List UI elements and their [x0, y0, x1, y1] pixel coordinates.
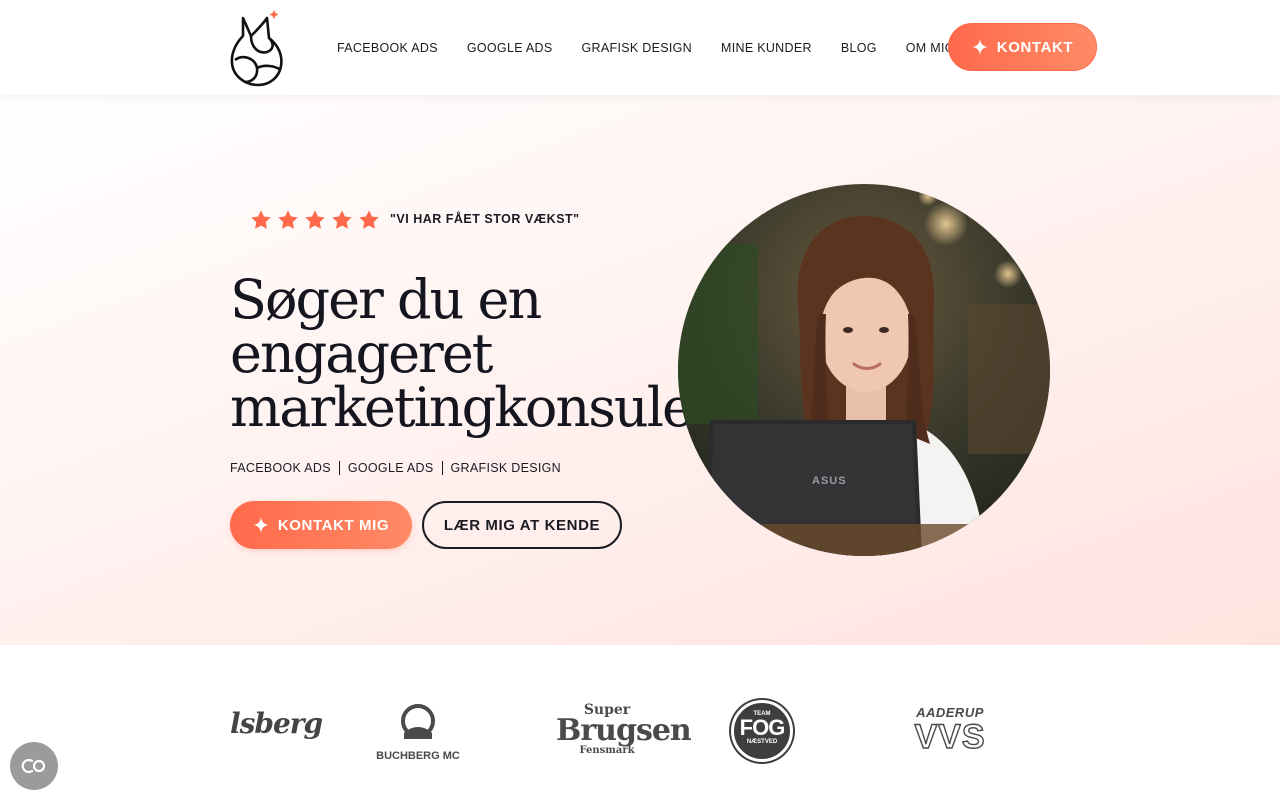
client-logo: TEAM FOG NÆSTVED: [731, 700, 793, 762]
main-nav: FACEBOOK ADS GOOGLE ADS GRAFISK DESIGN M…: [337, 38, 955, 58]
laptop-brand: ASUS: [812, 475, 847, 487]
service-item: GRAFISK DESIGN: [450, 461, 561, 475]
headline-line: marketingkonsulent?: [230, 376, 773, 439]
client-logo-text: VVS: [914, 718, 986, 756]
client-logo: lsberg: [230, 707, 323, 740]
client-logo: Super Brugsen Fensmark: [556, 703, 692, 757]
fox-logo-icon[interactable]: [229, 8, 291, 88]
cookie-icon: [21, 758, 46, 774]
divider: [338, 461, 340, 475]
sparkle-icon: [971, 39, 988, 55]
contact-me-label: KONTAKT MIG: [277, 516, 390, 534]
contact-me-button[interactable]: KONTAKT MIG: [230, 501, 412, 549]
hero-section: "VI HAR FÅET STOR VÆKST" Søger du en eng…: [0, 95, 1280, 645]
client-logo: AADERUP VVS: [908, 706, 992, 756]
contact-button[interactable]: KONTAKT: [948, 23, 1097, 71]
star-icon: [278, 210, 298, 229]
get-to-know-me-button[interactable]: LÆR MIG AT KENDE: [422, 501, 622, 549]
nav-google-ads[interactable]: GOOGLE ADS: [467, 38, 553, 58]
nav-facebook-ads[interactable]: FACEBOOK ADS: [337, 38, 438, 58]
services-list: FACEBOOK ADS GOOGLE ADS GRAFISK DESIGN: [230, 461, 561, 475]
contact-button-label: KONTAKT: [996, 38, 1074, 56]
client-logo-text: lsberg: [230, 707, 323, 740]
hero-headline: Søger du en engageret marketingkonsulent…: [230, 268, 773, 439]
star-icon: [305, 210, 325, 229]
divider: [441, 461, 443, 475]
nav-blog[interactable]: BLOG: [841, 38, 877, 58]
client-logo: BUCHBERG MC: [376, 703, 460, 762]
headline-line: Søger du en: [230, 268, 542, 331]
service-item: FACEBOOK ADS: [230, 461, 331, 475]
buchberg-mc-icon: [401, 704, 435, 739]
headline-line: engageret: [230, 322, 494, 385]
get-to-know-me-label: LÆR MIG AT KENDE: [443, 516, 601, 534]
client-logo-text: Brugsen: [556, 713, 692, 748]
portrait-image: ASUS: [678, 184, 1050, 556]
rating-stars: [250, 209, 380, 231]
nav-grafisk-design[interactable]: GRAFISK DESIGN: [582, 38, 692, 58]
portrait-illustration: ASUS: [678, 184, 1050, 556]
client-logos: lsberg BUCHBERG MC Super Brugsen Fensmar…: [0, 645, 1280, 800]
star-icon: [359, 210, 379, 229]
cookie-settings-button[interactable]: [10, 742, 58, 790]
nav-mine-kunder[interactable]: MINE KUNDER: [721, 38, 812, 58]
client-logo-text: FOG: [739, 715, 786, 740]
site-header: FACEBOOK ADS GOOGLE ADS GRAFISK DESIGN M…: [0, 0, 1280, 95]
star-icon: [251, 210, 271, 229]
sparkle-icon: [252, 517, 269, 533]
star-icon: [332, 210, 352, 229]
service-item: GOOGLE ADS: [347, 461, 434, 475]
testimonial-quote: "VI HAR FÅET STOR VÆKST": [390, 212, 580, 226]
client-logo-text: BUCHBERG MC: [376, 750, 460, 762]
